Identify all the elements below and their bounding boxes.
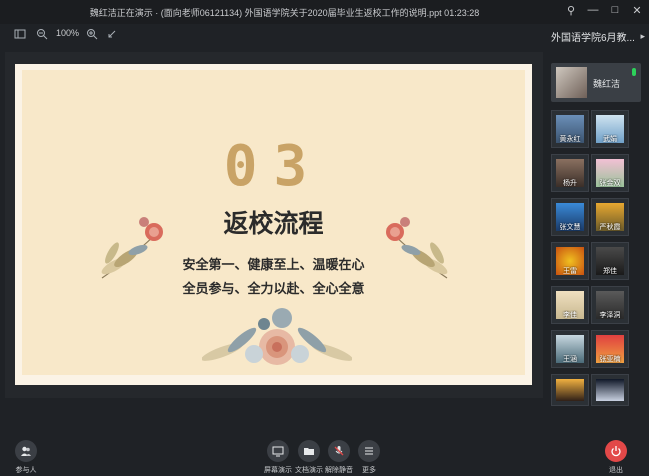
host-name: 魏红洁 bbox=[593, 79, 621, 89]
participant-name: 严秋霞 bbox=[599, 224, 621, 231]
participant-name: 郑佳 bbox=[603, 268, 617, 275]
participant-tile[interactable]: 黄永红 bbox=[551, 110, 589, 148]
presentation-toolbar: 100% bbox=[0, 24, 545, 44]
participant-name: 王涵 bbox=[563, 356, 577, 363]
participant-tile[interactable] bbox=[551, 374, 589, 406]
unmute-button[interactable]: 解除静音 bbox=[324, 440, 354, 475]
participants-panel: 外国语学院6月教... ▸ 魏红洁 黄永红 武娟 杨升 张金双 张文慧 严秋霞 … bbox=[545, 24, 649, 406]
participant-name: 王雷 bbox=[563, 268, 577, 275]
participant-tile[interactable]: 武娟 bbox=[591, 110, 629, 148]
pin-icon[interactable]: ⚲ bbox=[565, 4, 577, 17]
minimize-icon[interactable]: — bbox=[587, 4, 599, 17]
participant-tile[interactable] bbox=[591, 374, 629, 406]
sidebar-toggle-icon[interactable] bbox=[14, 28, 26, 40]
bottom-control-bar: 参与人 屏幕演示 文档演示 解除静音 更多 退出 bbox=[0, 420, 649, 476]
title-bar: 魏红洁正在演示 · (面向老师06121134) 外国语学院关于2020届毕业生… bbox=[0, 0, 649, 24]
zoom-in-icon[interactable] bbox=[86, 28, 98, 40]
participants-label: 参与人 bbox=[15, 467, 37, 474]
right-floral-illustration bbox=[386, 217, 448, 279]
participant-tile[interactable]: 王涵 bbox=[551, 330, 589, 368]
mic-active-icon bbox=[632, 68, 636, 76]
participant-tile[interactable]: 李佳 bbox=[551, 286, 589, 324]
folder-icon bbox=[298, 440, 320, 462]
participant-tile[interactable]: 王雷 bbox=[551, 242, 589, 280]
participant-tile[interactable]: 张金双 bbox=[591, 154, 629, 192]
participant-avatar bbox=[556, 379, 584, 401]
meeting-name: 外国语学院6月教... bbox=[551, 33, 635, 44]
bottom-bouquet-illustration bbox=[202, 308, 352, 365]
mic-muted-icon bbox=[328, 440, 350, 462]
screen-share-label: 屏幕演示 bbox=[264, 467, 292, 474]
window-title: 魏红洁正在演示 · (面向老师06121134) 外国语学院关于2020届毕业生… bbox=[89, 8, 480, 18]
left-floral-illustration bbox=[101, 217, 163, 279]
participant-name: 张金双 bbox=[599, 180, 621, 187]
exit-button[interactable]: 退出 bbox=[601, 440, 631, 475]
slide-section-number: 03 bbox=[223, 134, 324, 199]
unmute-label: 解除静音 bbox=[325, 467, 353, 474]
participant-tile[interactable]: 严秋霞 bbox=[591, 198, 629, 236]
screen-share-button[interactable]: 屏幕演示 bbox=[263, 440, 293, 475]
participant-tile[interactable]: 杨升 bbox=[551, 154, 589, 192]
close-icon[interactable]: ✕ bbox=[631, 4, 643, 17]
participant-name: 张亚楠 bbox=[599, 356, 621, 363]
participant-name: 李佳 bbox=[563, 312, 577, 319]
presentation-stage: 03 返校流程 安全第一、健康至上、温暖在心 全员参与、全力以赴、全心全意 bbox=[5, 52, 543, 398]
more-label: 更多 bbox=[362, 467, 376, 474]
power-icon bbox=[605, 440, 627, 462]
exit-label: 退出 bbox=[609, 467, 623, 474]
participant-tile[interactable]: 张亚楠 bbox=[591, 330, 629, 368]
expand-panel-icon[interactable]: ▸ bbox=[640, 31, 645, 42]
participant-tile[interactable]: 李泽洞 bbox=[591, 286, 629, 324]
participant-name: 武娟 bbox=[603, 136, 617, 143]
host-video-tile[interactable]: 魏红洁 bbox=[551, 63, 641, 102]
participant-name: 黄永红 bbox=[559, 136, 581, 143]
participant-tile[interactable]: 郑佳 bbox=[591, 242, 629, 280]
zoom-out-icon[interactable] bbox=[36, 28, 48, 40]
menu-icon bbox=[358, 440, 380, 462]
host-avatar bbox=[556, 67, 587, 98]
more-button[interactable]: 更多 bbox=[354, 440, 384, 475]
doc-share-button[interactable]: 文档演示 bbox=[294, 440, 324, 475]
participant-name: 杨升 bbox=[563, 180, 577, 187]
fit-screen-icon[interactable] bbox=[106, 28, 118, 40]
participant-name: 张文慧 bbox=[559, 224, 581, 231]
slide: 03 返校流程 安全第一、健康至上、温暖在心 全员参与、全力以赴、全心全意 bbox=[15, 64, 532, 385]
participant-tile[interactable]: 张文慧 bbox=[551, 198, 589, 236]
slide-content: 03 返校流程 安全第一、健康至上、温暖在心 全员参与、全力以赴、全心全意 bbox=[22, 70, 525, 375]
participant-avatar bbox=[596, 379, 624, 401]
window-controls: ⚲ — □ ✕ bbox=[565, 4, 643, 17]
maximize-icon[interactable]: □ bbox=[609, 4, 621, 17]
zoom-level: 100% bbox=[56, 28, 80, 38]
doc-share-label: 文档演示 bbox=[295, 467, 323, 474]
participants-button[interactable]: 参与人 bbox=[11, 440, 41, 475]
screen-share-icon bbox=[267, 440, 289, 462]
participant-name: 李泽洞 bbox=[599, 312, 621, 319]
participants-icon bbox=[15, 440, 37, 462]
